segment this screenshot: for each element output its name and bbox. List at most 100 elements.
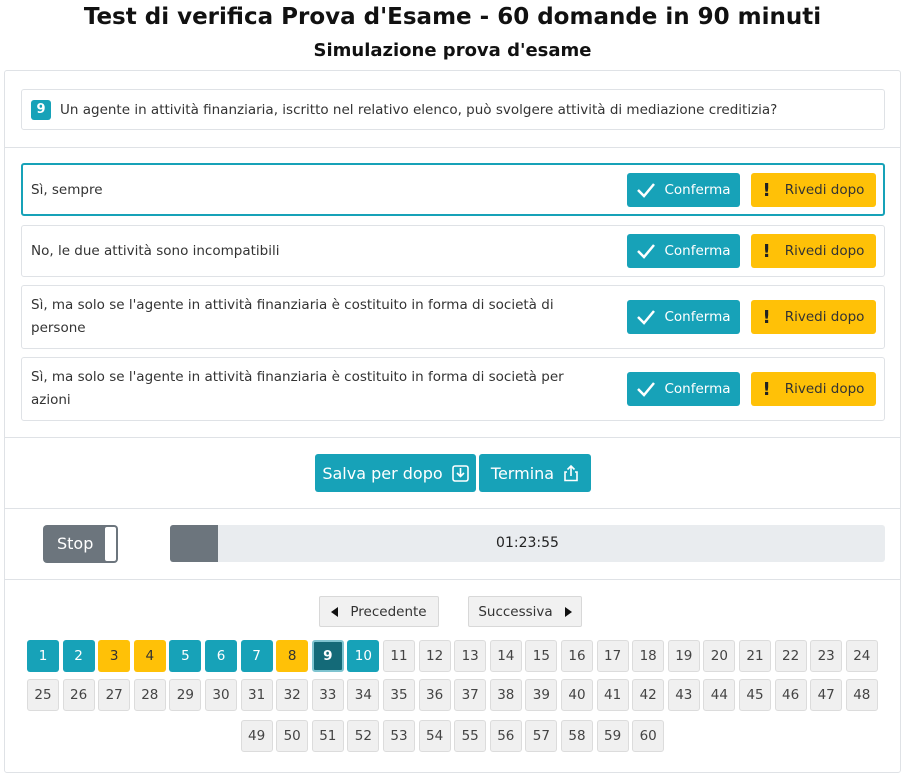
question-nav-button-16[interactable]: 16 <box>561 640 593 672</box>
timer-progress-bar: 01:23:55 <box>170 525 885 562</box>
question-nav-button-26[interactable]: 26 <box>62 679 95 711</box>
question-nav-button-1[interactable]: 1 <box>27 640 59 672</box>
answer-text: Sì, ma solo se l'agente in attività fina… <box>31 297 554 336</box>
check-icon <box>637 310 656 325</box>
confirm-button[interactable]: Conferma <box>627 173 740 207</box>
answer-text: Sì, sempre <box>31 182 103 198</box>
question-nav-button-40[interactable]: 40 <box>561 679 593 711</box>
question-nav-button-41[interactable]: 41 <box>596 679 629 711</box>
previous-button[interactable]: Precedente <box>319 596 439 627</box>
page-subtitle: Simulazione prova d'esame <box>313 40 592 61</box>
save-download-icon <box>451 464 469 482</box>
answer-option-1[interactable]: Sì, sempre Conferma ! Rivedi dopo <box>21 163 885 216</box>
page-title: Test di verifica Prova d'Esame - 60 doma… <box>83 4 822 30</box>
question-nav-button-14[interactable]: 14 <box>489 640 522 672</box>
question-nav-button-15[interactable]: 15 <box>525 640 558 672</box>
confirm-button[interactable]: Conferma <box>627 372 740 406</box>
save-for-later-button[interactable]: Salva per dopo <box>315 454 476 492</box>
confirm-button[interactable]: Conferma <box>627 300 740 334</box>
question-nav-button-60[interactable]: 60 <box>632 720 665 752</box>
answer-option-2[interactable]: No, le due attività sono incompatibili C… <box>21 225 885 277</box>
question-nav-button-29[interactable]: 29 <box>169 679 202 711</box>
answer-option-3[interactable]: Sì, ma solo se l'agente in attività fina… <box>21 285 885 349</box>
question-nav-button-44[interactable]: 44 <box>703 679 736 711</box>
next-button[interactable]: Successiva <box>468 596 582 627</box>
question-nav-button-22[interactable]: 22 <box>774 640 807 672</box>
triangle-left-icon <box>331 606 339 617</box>
question-nav-button-3[interactable]: 3 <box>98 640 131 672</box>
question-nav-button-11[interactable]: 11 <box>383 640 415 672</box>
question-nav-button-49[interactable]: 49 <box>240 720 273 752</box>
question-number-badge: 9 <box>31 99 51 120</box>
answer-text: Sì, ma solo se l'agente in attività fina… <box>31 369 564 408</box>
question-nav-button-19[interactable]: 19 <box>667 640 700 672</box>
stop-label: Stop <box>57 534 94 553</box>
check-icon <box>637 382 656 397</box>
stop-toggle[interactable]: Stop <box>43 525 118 563</box>
question-nav-button-12[interactable]: 12 <box>418 640 451 672</box>
check-icon <box>637 183 656 198</box>
question-nav-button-18[interactable]: 18 <box>632 640 665 672</box>
divider <box>4 437 901 438</box>
question-nav-button-13[interactable]: 13 <box>454 640 487 672</box>
question-nav-button-46[interactable]: 46 <box>774 679 807 711</box>
question-nav-button-37[interactable]: 37 <box>454 679 487 711</box>
question-nav-button-50[interactable]: 50 <box>276 720 309 752</box>
question-nav-button-24[interactable]: 24 <box>845 640 878 672</box>
question-nav-button-31[interactable]: 31 <box>240 679 273 711</box>
answer-option-4[interactable]: Sì, ma solo se l'agente in attività fina… <box>21 357 885 421</box>
question-nav-button-34[interactable]: 34 <box>347 679 380 711</box>
question-nav-button-52[interactable]: 52 <box>347 720 380 752</box>
review-later-button[interactable]: ! Rivedi dopo <box>751 234 876 268</box>
question-nav-button-36[interactable]: 36 <box>418 679 451 711</box>
question-nav-button-33[interactable]: 33 <box>311 679 344 711</box>
question-nav-button-2[interactable]: 2 <box>62 640 95 672</box>
question-nav-button-32[interactable]: 32 <box>276 679 309 711</box>
exclamation-icon: ! <box>762 240 771 262</box>
review-later-button[interactable]: ! Rivedi dopo <box>751 300 876 334</box>
question-nav-button-56[interactable]: 56 <box>489 720 522 752</box>
question-nav-button-5[interactable]: 5 <box>169 640 202 672</box>
question-nav-button-25[interactable]: 25 <box>27 679 59 711</box>
question-nav-button-58[interactable]: 58 <box>561 720 593 752</box>
question-nav-button-59[interactable]: 59 <box>596 720 629 752</box>
question-nav-button-9[interactable]: 9 <box>311 640 344 672</box>
question-nav-button-28[interactable]: 28 <box>133 679 166 711</box>
question-nav-button-10[interactable]: 10 <box>347 640 380 672</box>
question-nav-button-48[interactable]: 48 <box>845 679 878 711</box>
question-nav-button-57[interactable]: 57 <box>525 720 558 752</box>
finish-button[interactable]: Termina <box>479 454 591 492</box>
question-nav-button-30[interactable]: 30 <box>205 679 237 711</box>
exclamation-icon: ! <box>762 179 771 201</box>
question-nav-button-7[interactable]: 7 <box>240 640 273 672</box>
question-nav-button-55[interactable]: 55 <box>454 720 487 752</box>
question-nav-button-23[interactable]: 23 <box>810 640 843 672</box>
review-later-button[interactable]: ! Rivedi dopo <box>751 372 876 406</box>
exclamation-icon: ! <box>762 378 771 400</box>
question-nav-button-39[interactable]: 39 <box>525 679 558 711</box>
divider <box>4 508 901 509</box>
question-nav-button-45[interactable]: 45 <box>739 679 771 711</box>
question-nav-button-38[interactable]: 38 <box>489 679 522 711</box>
question-nav-button-43[interactable]: 43 <box>667 679 700 711</box>
review-later-button[interactable]: ! Rivedi dopo <box>751 173 876 207</box>
question-nav-button-17[interactable]: 17 <box>596 640 629 672</box>
question-nav-button-42[interactable]: 42 <box>632 679 665 711</box>
question-nav-button-4[interactable]: 4 <box>133 640 166 672</box>
toggle-knob <box>104 526 117 562</box>
question-nav-button-35[interactable]: 35 <box>383 679 415 711</box>
timer-text: 01:23:55 <box>496 535 559 551</box>
question-nav-button-8[interactable]: 8 <box>276 640 309 672</box>
question-nav-button-6[interactable]: 6 <box>205 640 237 672</box>
question-nav-button-20[interactable]: 20 <box>703 640 736 672</box>
question-nav-button-47[interactable]: 47 <box>810 679 843 711</box>
question-box: 9 Un agente in attività finanziaria, isc… <box>21 89 885 130</box>
divider <box>4 147 901 148</box>
question-nav-button-51[interactable]: 51 <box>311 720 344 752</box>
question-nav-button-27[interactable]: 27 <box>98 679 131 711</box>
question-nav-button-21[interactable]: 21 <box>739 640 771 672</box>
question-nav-button-54[interactable]: 54 <box>418 720 451 752</box>
question-nav-button-53[interactable]: 53 <box>383 720 415 752</box>
confirm-button[interactable]: Conferma <box>627 234 740 268</box>
answer-text: No, le due attività sono incompatibili <box>31 243 280 259</box>
